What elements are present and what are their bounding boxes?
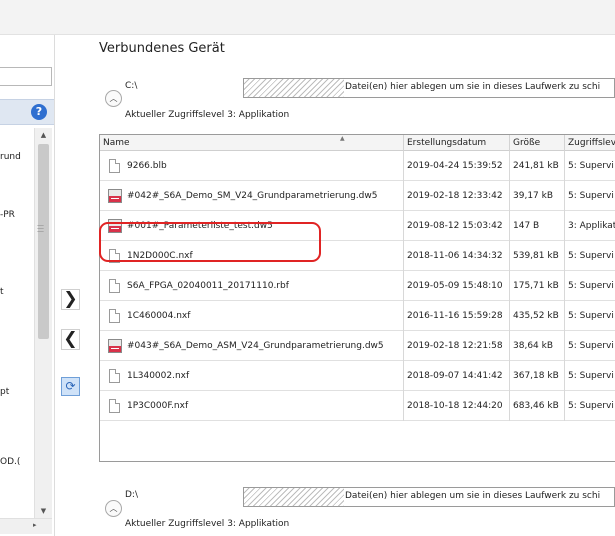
- tree-item-2[interactable]: -PR: [0, 210, 34, 220]
- cell-date: 2016-11-16 15:59:28: [404, 301, 510, 331]
- column-header-name[interactable]: Name: [100, 135, 404, 151]
- chevron-up-icon: ︿: [109, 504, 118, 513]
- table-row[interactable]: S6A_FPGA_02040011_20171110.rbf 2019-05-09…: [100, 271, 615, 301]
- top-divider: [0, 34, 615, 35]
- table-row[interactable]: 1L340002.nxf 2018-09-07 14:41:42 367,18 kB…: [100, 361, 615, 391]
- drive-c-label: C:\: [125, 81, 138, 91]
- document-icon: [109, 159, 120, 173]
- drive-c-access-level: Aktueller Zugriffslevel 3: Applikation: [125, 110, 289, 120]
- transfer-to-device-button[interactable]: ❯: [61, 289, 80, 310]
- drive-d-access-level: Aktueller Zugriffslevel 3: Applikation: [125, 519, 289, 529]
- scroll-up-icon[interactable]: ▲: [35, 128, 52, 142]
- help-icon[interactable]: ?: [31, 104, 47, 120]
- cell-size: 539,81 kB: [510, 241, 565, 271]
- column-header-size[interactable]: Größe: [510, 135, 565, 151]
- cell-access: 5: Supervi: [568, 191, 614, 201]
- document-icon: [109, 369, 120, 383]
- drive-d-label: D:\: [125, 490, 138, 500]
- transfer-from-device-button[interactable]: ❮: [61, 329, 80, 350]
- document-icon: [109, 399, 120, 413]
- cell-access: 5: Supervi: [568, 371, 614, 381]
- cell-date: 2019-02-18 12:21:58: [404, 331, 510, 361]
- cell-size: 175,71 kB: [510, 271, 565, 301]
- drive-d-dropzone[interactable]: Datei(en) hier ablegen um sie in dieses …: [243, 487, 615, 507]
- access-level-value: 3: Applikation: [227, 110, 290, 120]
- grip-icon: — — —: [37, 221, 44, 235]
- cell-access: 5: Supervi: [568, 341, 614, 351]
- cell-name: 1C460004.nxf: [100, 301, 404, 331]
- file-table: Name ▲ Erstellungsdatum Größe Zugriffsle…: [99, 134, 615, 462]
- chevron-left-icon: ❮: [63, 329, 78, 349]
- tree-item-1[interactable]: rund: [0, 152, 34, 162]
- dropzone-hatch: [244, 79, 344, 97]
- column-header-access[interactable]: Zugriffslev: [565, 135, 615, 151]
- sort-indicator-icon: ▲: [340, 135, 345, 142]
- scrollbar-thumb[interactable]: [38, 144, 49, 339]
- cell-size: 39,17 kB: [510, 181, 565, 211]
- dropzone-hatch: [244, 488, 344, 506]
- column-header-date[interactable]: Erstellungsdatum: [404, 135, 510, 151]
- scroll-right-icon[interactable]: ▸: [33, 521, 37, 529]
- cell-size: 683,46 kB: [510, 391, 565, 421]
- table-row[interactable]: 1C460004.nxf 2016-11-16 15:59:28 435,52 kB…: [100, 301, 615, 331]
- kes-file-icon: [108, 189, 122, 203]
- table-row[interactable]: #042#_S6A_Demo_SM_V24_Grundparametrierun…: [100, 181, 615, 211]
- cell-name: 9266.blb: [100, 151, 404, 181]
- panel-title: Verbundenes Gerät: [99, 41, 225, 56]
- tree-item-5[interactable]: OD.(: [0, 457, 34, 467]
- top-toolbar-strip: [0, 0, 615, 34]
- cell-name: S6A_FPGA_02040011_20171110.rbf: [100, 271, 404, 301]
- tree-item-3[interactable]: t: [0, 287, 34, 297]
- access-level-label: Aktueller Zugriffslevel: [125, 110, 225, 120]
- cell-name: 1P3C000F.nxf: [100, 391, 404, 421]
- cell-access: 5: Supervi: [568, 401, 614, 411]
- cell-date: 2019-04-24 15:39:52: [404, 151, 510, 181]
- cell-date: 2018-11-06 14:34:32: [404, 241, 510, 271]
- cell-size: 367,18 kB: [510, 361, 565, 391]
- table-row[interactable]: 9266.blb 2019-04-24 15:39:52 241,81 kB 5: S…: [100, 151, 615, 181]
- cell-access: 5: Supervi: [568, 311, 614, 321]
- cell-date: 2018-09-07 14:41:42: [404, 361, 510, 391]
- cell-size: 38,64 kB: [510, 331, 565, 361]
- cell-name: 1L340002.nxf: [100, 361, 404, 391]
- collapse-drive-c-button[interactable]: ︿: [105, 90, 122, 107]
- drive-c-dropzone[interactable]: Datei(en) hier ablegen um sie in dieses …: [243, 78, 615, 98]
- cell-name: #042#_S6A_Demo_SM_V24_Grundparametrierun…: [100, 181, 404, 211]
- refresh-button[interactable]: ⟳: [61, 377, 80, 396]
- document-icon: [109, 279, 120, 293]
- cell-access: 5: Supervi: [568, 251, 614, 261]
- chevron-right-icon: ❯: [63, 289, 78, 309]
- cell-access: 3: Applikat: [568, 221, 615, 231]
- cell-date: 2018-10-18 12:44:20: [404, 391, 510, 421]
- left-filter-input[interactable]: [0, 67, 52, 86]
- collapse-drive-d-button[interactable]: ︿: [105, 500, 122, 517]
- table-header: Name ▲ Erstellungsdatum Größe Zugriffsle…: [100, 135, 615, 151]
- kes-file-icon: [108, 339, 122, 353]
- access-level-label: Aktueller Zugriffslevel: [125, 519, 225, 529]
- table-row[interactable]: #043#_S6A_Demo_ASM_V24_Grundparametrieru…: [100, 331, 615, 361]
- table-row[interactable]: 1P3C000F.nxf 2018-10-18 12:44:20 683,46 kB…: [100, 391, 615, 421]
- refresh-icon: ⟳: [65, 379, 76, 393]
- cell-access: 5: Supervi: [568, 161, 614, 171]
- highlight-annotation: [99, 222, 321, 262]
- chevron-up-icon: ︿: [109, 94, 118, 103]
- dropzone-text: Datei(en) hier ablegen um sie in dieses …: [345, 82, 601, 92]
- left-vertical-scrollbar[interactable]: ▲ — — — ▼: [34, 128, 52, 518]
- left-horizontal-scrollbar[interactable]: ▸: [0, 518, 52, 534]
- cell-size: 435,52 kB: [510, 301, 565, 331]
- cell-date: 2019-02-18 12:33:42: [404, 181, 510, 211]
- document-icon: [109, 309, 120, 323]
- access-level-value: 3: Applikation: [227, 519, 290, 529]
- cell-name: #043#_S6A_Demo_ASM_V24_Grundparametrieru…: [100, 331, 404, 361]
- cell-size: 241,81 kB: [510, 151, 565, 181]
- scroll-down-icon[interactable]: ▼: [35, 504, 52, 518]
- cell-size: 147 B: [510, 211, 565, 241]
- cell-access: 5: Supervi: [568, 281, 614, 291]
- cell-date: 2019-08-12 15:03:42: [404, 211, 510, 241]
- tree-item-4[interactable]: pt: [0, 387, 34, 397]
- cell-date: 2019-05-09 15:48:10: [404, 271, 510, 301]
- dropzone-text: Datei(en) hier ablegen um sie in dieses …: [345, 491, 601, 501]
